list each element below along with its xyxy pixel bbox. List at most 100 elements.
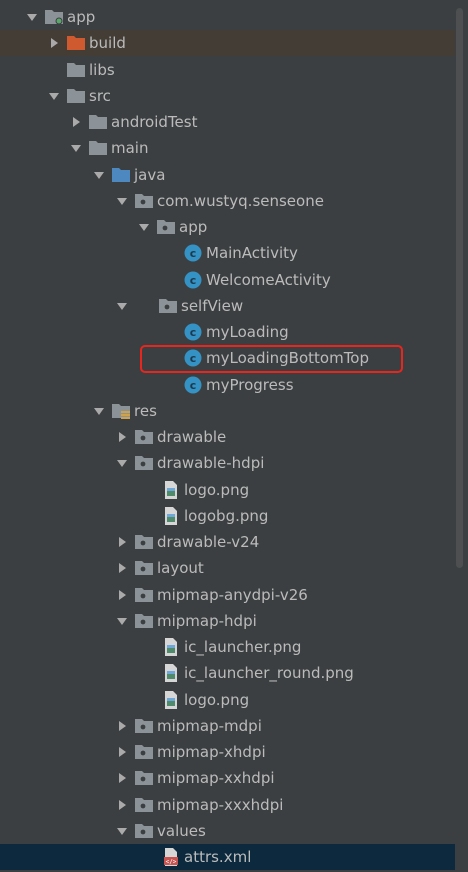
tree-item-mipmap-xxhdpi[interactable]: mipmap-xxhdpi [0, 765, 458, 791]
tree-item-androidtest[interactable]: androidTest [0, 109, 458, 135]
tree-item-label: drawable [157, 428, 227, 446]
tree-item-label: ic_launcher.png [184, 638, 302, 656]
tree-item-drawable[interactable]: drawable [0, 424, 458, 450]
tree-item-mipmap-mdpi[interactable]: mipmap-mdpi [0, 713, 458, 739]
chevron-down-icon[interactable] [70, 135, 82, 161]
tree-item-drawable-hdpi[interactable]: drawable-hdpi [0, 450, 458, 476]
tree-item-label: mipmap-xhdpi [157, 743, 266, 761]
excluded-folder-icon [66, 33, 86, 53]
tree-item-label: myLoadingBottomTop [206, 349, 370, 367]
folder-icon [66, 60, 86, 80]
tree-item-myprogress[interactable]: c myProgress [0, 372, 458, 398]
scrollbar-thumb[interactable] [456, 8, 463, 568]
tree-item-mipmap-xxxhdpi[interactable]: mipmap-xxxhdpi [0, 792, 458, 818]
tree-item-libs[interactable]: libs [0, 57, 458, 83]
tree-item-label: WelcomeActivity [206, 271, 331, 289]
tree-item-package-selfview[interactable]: selfView [0, 293, 458, 319]
resource-folder-icon [111, 401, 131, 421]
chevron-down-icon[interactable] [116, 450, 128, 476]
image-file-icon [161, 663, 181, 683]
tree-item-attrs-xml[interactable]: </> attrs.xml [0, 844, 458, 870]
chevron-right-icon[interactable] [116, 739, 128, 765]
chevron-down-icon[interactable] [48, 83, 60, 109]
tree-item-label: build [89, 34, 126, 52]
class-icon: c [183, 243, 203, 263]
tree-item-logobg-png[interactable]: logobg.png [0, 503, 458, 529]
chevron-down-icon[interactable] [116, 608, 128, 634]
tree-item-main[interactable]: main [0, 135, 458, 161]
tree-item-label: libs [89, 61, 115, 79]
chevron-right-icon[interactable] [116, 555, 128, 581]
tree-item-label: selfView [181, 297, 244, 315]
tree-item-label: MainActivity [206, 244, 298, 262]
tree-item-values[interactable]: values [0, 818, 458, 844]
tree-item-package-app[interactable]: app [0, 214, 458, 240]
tree-item-label: logo.png [184, 691, 250, 709]
package-icon [134, 585, 154, 605]
package-icon [134, 716, 154, 736]
tree-item-app-module[interactable]: app [0, 4, 458, 30]
tree-item-label: mipmap-hdpi [157, 612, 257, 630]
xml-file-icon: </> [161, 847, 181, 867]
package-icon [134, 821, 154, 841]
tree-item-build[interactable]: build [0, 30, 458, 56]
tree-item-myloadingbottomtop[interactable]: c myLoadingBottomTop [0, 345, 458, 371]
folder-icon [88, 138, 108, 158]
tree-item-layout[interactable]: layout [0, 555, 458, 581]
class-icon: c [183, 348, 203, 368]
tree-item-package-com-wustyq-senseone[interactable]: com.wustyq.senseone [0, 188, 458, 214]
chevron-right-icon[interactable] [116, 713, 128, 739]
tree-item-logo-png[interactable]: logo.png [0, 477, 458, 503]
tree-item-label: app [67, 8, 96, 26]
tree-item-res[interactable]: res [0, 398, 458, 424]
chevron-down-icon[interactable] [116, 818, 128, 844]
package-icon [134, 453, 154, 473]
tree-item-logo-png-2[interactable]: logo.png [0, 687, 458, 713]
chevron-down-icon[interactable] [26, 4, 38, 30]
tree-item-label: com.wustyq.senseone [157, 192, 324, 210]
image-file-icon [161, 480, 181, 500]
tree-item-mipmap-xhdpi[interactable]: mipmap-xhdpi [0, 739, 458, 765]
chevron-right-icon[interactable] [48, 30, 60, 56]
image-file-icon [161, 637, 181, 657]
tree-item-src[interactable]: src [0, 83, 458, 109]
project-tree: app build libs src androidTest main java… [0, 0, 458, 872]
folder-icon [88, 112, 108, 132]
tree-item-java[interactable]: java [0, 162, 458, 188]
tree-item-myloading[interactable]: c myLoading [0, 319, 458, 345]
chevron-down-icon[interactable] [138, 214, 150, 240]
tree-item-mipmap-hdpi[interactable]: mipmap-hdpi [0, 608, 458, 634]
chevron-right-icon[interactable] [116, 529, 128, 555]
svg-text:c: c [190, 274, 197, 287]
chevron-right-icon[interactable] [116, 792, 128, 818]
tree-item-ic-launcher-round-png[interactable]: ic_launcher_round.png [0, 660, 458, 686]
tree-item-label: values [157, 822, 206, 840]
tree-item-label: mipmap-anydpi-v26 [157, 586, 308, 604]
svg-text:</>: </> [166, 859, 177, 866]
chevron-down-icon[interactable] [93, 162, 105, 188]
chevron-down-icon[interactable] [116, 293, 128, 319]
package-icon [134, 611, 154, 631]
tree-item-mainactivity[interactable]: c MainActivity [0, 240, 458, 266]
tree-item-label: myLoading [206, 323, 289, 341]
tree-item-ic-launcher-png[interactable]: ic_launcher.png [0, 634, 458, 660]
tree-item-label: logobg.png [184, 507, 269, 525]
tree-item-mipmap-anydpi-v26[interactable]: mipmap-anydpi-v26 [0, 582, 458, 608]
tree-item-drawable-v24[interactable]: drawable-v24 [0, 529, 458, 555]
class-icon: c [183, 322, 203, 342]
tree-item-label: mipmap-xxhdpi [157, 769, 275, 787]
package-icon [156, 217, 176, 237]
package-icon [134, 795, 154, 815]
package-icon [134, 768, 154, 788]
chevron-right-icon[interactable] [116, 582, 128, 608]
chevron-down-icon[interactable] [116, 188, 128, 214]
chevron-right-icon[interactable] [116, 765, 128, 791]
tree-item-welcomeactivity[interactable]: c WelcomeActivity [0, 267, 458, 293]
vertical-scrollbar[interactable] [455, 0, 464, 872]
tree-item-label: drawable-v24 [157, 533, 260, 551]
chevron-down-icon[interactable] [93, 398, 105, 424]
tree-item-label: main [111, 139, 149, 157]
tree-item-label: myProgress [206, 376, 294, 394]
chevron-right-icon[interactable] [116, 424, 128, 450]
chevron-right-icon[interactable] [70, 109, 82, 135]
